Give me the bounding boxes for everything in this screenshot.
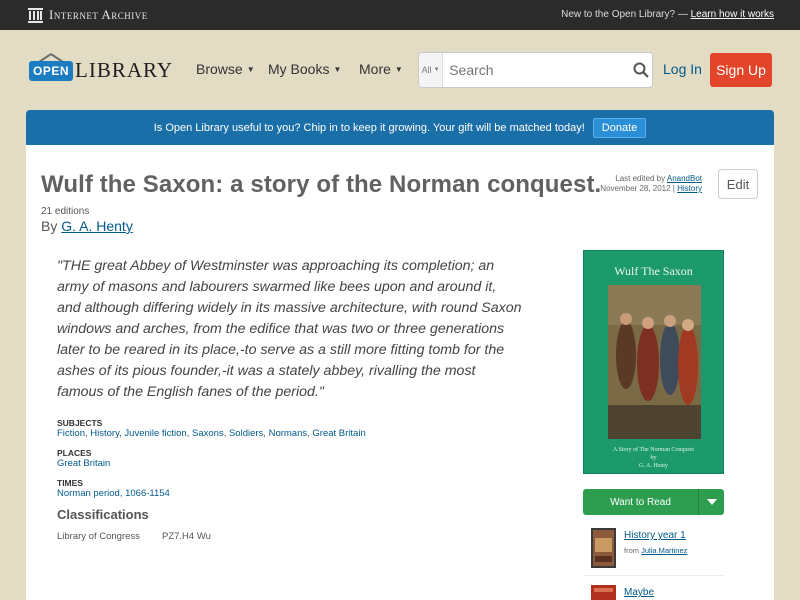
learn-how-link[interactable]: Learn how it works (691, 9, 774, 20)
search-icon[interactable] (630, 62, 652, 78)
places-label: Places (57, 448, 92, 458)
excerpt-line: army of masons and labourers swarmed lik… (57, 279, 497, 295)
nav-my-books[interactable]: My Books ▼ (268, 61, 341, 77)
open-library-logo[interactable]: OPEN LIBRARY (29, 50, 173, 83)
author-link[interactable]: G. A. Henty (61, 218, 133, 234)
login-link[interactable]: Log In (663, 61, 702, 77)
excerpt-line: famous of the English fanes of the perio… (57, 384, 324, 400)
time-link[interactable]: Norman period, 1066-1154 (57, 488, 170, 499)
book-excerpt: "THE great Abbey of Westminster was appr… (57, 256, 527, 403)
internet-archive-label: Internet Archive (49, 7, 148, 22)
subjects-section: Subjects Fiction, History, Juvenile fict… (57, 418, 366, 439)
last-edited: Last edited by AnandBot November 28, 201… (600, 174, 702, 194)
subject-link[interactable]: Saxons (192, 428, 224, 439)
cover-title: Wulf The Saxon (614, 264, 693, 278)
book-panel: Wulf the Saxon: a story of the Norman co… (26, 145, 774, 600)
history-link[interactable]: History (677, 184, 702, 193)
signup-button[interactable]: Sign Up (710, 53, 772, 87)
search-scope-select[interactable]: All ▼ (419, 53, 444, 87)
excerpt-line: "THE great Abbey of Westminster was appr… (57, 258, 495, 274)
classification-value: PZ7.H4 Wu (162, 531, 211, 542)
subject-link[interactable]: Great Britain (312, 428, 365, 439)
caret-down-icon: ▼ (246, 64, 255, 74)
want-to-read-button[interactable]: Want to Read (583, 489, 724, 515)
list-from-prefix: from (624, 546, 639, 555)
internet-archive-bar: Internet Archive New to the Open Library… (0, 0, 800, 30)
cover-author: G. A. Henty (639, 463, 668, 469)
byline: By G. A. Henty (41, 218, 133, 234)
nav-browse[interactable]: Browse ▼ (196, 61, 255, 77)
book-title: Wulf the Saxon: a story of the Norman co… (41, 171, 602, 198)
last-edited-prefix: Last edited by (615, 174, 666, 183)
classification-name: Library of Congress (57, 531, 140, 542)
list-item[interactable]: History year 1 from Julia Martinez (583, 528, 724, 576)
logo-wordmark: LIBRARY (75, 58, 174, 82)
edit-button[interactable]: Edit (718, 169, 758, 199)
list-owner-link[interactable]: Julia Martinez (641, 546, 687, 555)
classifications-heading: Classifications (57, 507, 149, 522)
donate-button[interactable]: Donate (592, 117, 647, 138)
archive-temple-icon (28, 7, 43, 23)
subject-link[interactable]: Soldiers (229, 428, 263, 439)
caret-down-icon: ▼ (433, 67, 440, 73)
dropdown-arrow-icon[interactable] (698, 489, 724, 515)
by-prefix: By (41, 218, 58, 234)
excerpt-line: later to be reared in its place,-to serv… (57, 342, 505, 358)
nav-more[interactable]: More ▼ (359, 61, 403, 77)
cover-subtitle-line: by (650, 455, 657, 461)
logo-badge: OPEN (29, 60, 73, 81)
list-owner: from Julia Martinez (624, 546, 687, 555)
nav-more-label: More (359, 61, 391, 77)
caret-down-icon: ▼ (394, 64, 403, 74)
cover-subtitle: A Story of The Norman Conquest by G. A. … (584, 446, 723, 470)
ia-promo-text: New to the Open Library? — (561, 9, 688, 20)
caret-down-icon: ▼ (333, 64, 342, 74)
list-thumbnail (591, 585, 616, 600)
donation-text: Is Open Library useful to you? Chip in t… (153, 121, 585, 134)
donation-banner: Is Open Library useful to you? Chip in t… (26, 110, 774, 145)
editions-count: 21 editions (41, 206, 90, 217)
times-section: Times Norman period, 1066-1154 (57, 478, 170, 500)
nav-my-books-label: My Books (268, 61, 330, 77)
times-label: Times (57, 478, 83, 488)
search-bar: All ▼ (418, 52, 653, 88)
subjects-label: Subjects (57, 418, 103, 428)
subject-link[interactable]: Fiction (57, 428, 85, 439)
cover-illustration (608, 285, 701, 439)
internet-archive-logo[interactable]: Internet Archive (28, 7, 148, 23)
list-name-link[interactable]: History year 1 (624, 530, 686, 541)
last-edited-date: November 28, 2012 | (600, 184, 675, 193)
cover-subtitle-line: A Story of The Norman Conquest (612, 447, 695, 453)
subject-link[interactable]: History (90, 428, 119, 439)
excerpt-line: and although differing widely in its mas… (57, 300, 522, 316)
last-edited-user-link[interactable]: AnandBot (667, 174, 702, 183)
list-thumbnail (591, 528, 616, 568)
classification-row: Library of Congress PZ7.H4 Wu (57, 531, 211, 542)
excerpt-line: windows and arches, from the edifice tha… (57, 321, 505, 337)
nav-browse-label: Browse (196, 61, 243, 77)
list-name-link[interactable]: Maybe (624, 587, 654, 598)
book-cover[interactable]: Wulf The Saxon A Story of The Norman Con… (583, 250, 724, 474)
place-link[interactable]: Great Britain (57, 458, 110, 469)
subject-link[interactable]: Juvenile fiction (124, 428, 186, 439)
search-input[interactable] (443, 55, 631, 85)
excerpt-line: ashes of its pious founder,-it was a sta… (57, 363, 476, 379)
list-item[interactable]: Maybe (583, 585, 724, 600)
want-to-read-label[interactable]: Want to Read (583, 489, 698, 515)
search-scope-label: All (421, 65, 432, 75)
open-sign-icon: OPEN (29, 52, 73, 81)
subject-link[interactable]: Normans (269, 428, 308, 439)
site-header: OPEN LIBRARY Browse ▼ My Books ▼ More ▼ … (0, 30, 800, 110)
places-section: Places Great Britain (57, 448, 110, 470)
ia-promo: New to the Open Library? — Learn how it … (561, 9, 774, 20)
